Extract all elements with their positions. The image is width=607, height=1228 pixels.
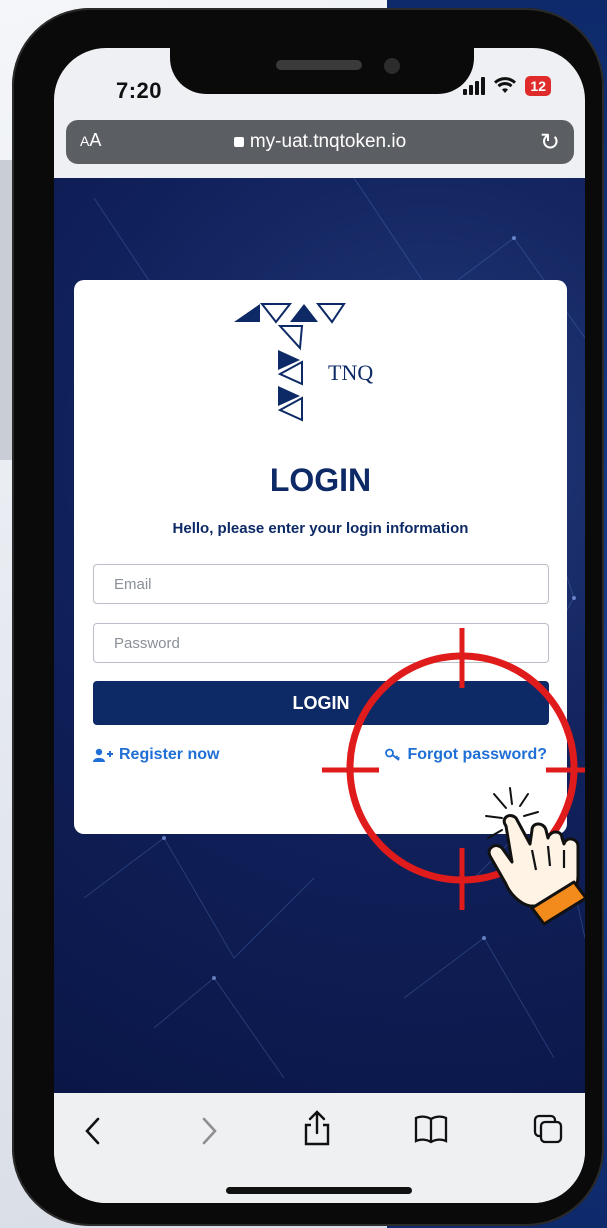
login-button[interactable]: LOGIN	[93, 681, 549, 725]
reload-icon[interactable]: ↻	[540, 128, 560, 157]
lock-icon	[233, 137, 244, 147]
login-subtitle: Hello, please enter your login informati…	[172, 520, 469, 537]
back-icon[interactable]	[82, 1115, 104, 1147]
status-icons: 12	[463, 76, 551, 96]
register-link-label: Register now	[119, 746, 220, 763]
password-input[interactable]	[93, 623, 549, 663]
email-input[interactable]	[93, 564, 549, 604]
url-text: my-uat.tnqtoken.io	[249, 131, 407, 152]
register-link[interactable]: Register now	[93, 746, 219, 764]
login-card: TNQ LOGIN Hello, please enter your login…	[74, 280, 567, 834]
add-user-icon	[93, 748, 113, 762]
url-display[interactable]: my-uat.tnqtoken.io	[66, 131, 574, 153]
address-bar[interactable]: AA my-uat.tnqtoken.io ↻	[66, 120, 574, 164]
forward-icon[interactable]	[198, 1115, 220, 1147]
battery-indicator: 12	[525, 76, 551, 96]
phone-screen: 7:20 12 AA my-uat.tnqtoken.io ↻ TNQ LOGI…	[54, 48, 585, 1203]
camera	[384, 58, 400, 74]
forgot-password-label: Forgot password?	[407, 746, 547, 763]
text-size-button[interactable]: AA	[80, 130, 101, 151]
forgot-password-link[interactable]: Forgot password?	[385, 746, 547, 764]
tabs-icon[interactable]	[532, 1113, 564, 1145]
home-indicator	[226, 1187, 412, 1194]
status-time: 7:20	[116, 78, 163, 103]
login-title: LOGIN	[269, 462, 372, 498]
phone-frame: 7:20 12 AA my-uat.tnqtoken.io ↻ TNQ LOGI…	[12, 8, 604, 1226]
logo-text: TNQ	[328, 360, 373, 385]
wifi-icon	[494, 77, 517, 93]
tnq-logo: TNQ	[234, 303, 373, 422]
share-icon[interactable]	[302, 1109, 332, 1147]
speaker	[276, 60, 362, 70]
web-page: TNQ LOGIN Hello, please enter your login…	[54, 178, 585, 1093]
key-icon	[385, 748, 401, 761]
browser-toolbar	[54, 1093, 585, 1203]
bookmarks-icon[interactable]	[414, 1113, 448, 1145]
